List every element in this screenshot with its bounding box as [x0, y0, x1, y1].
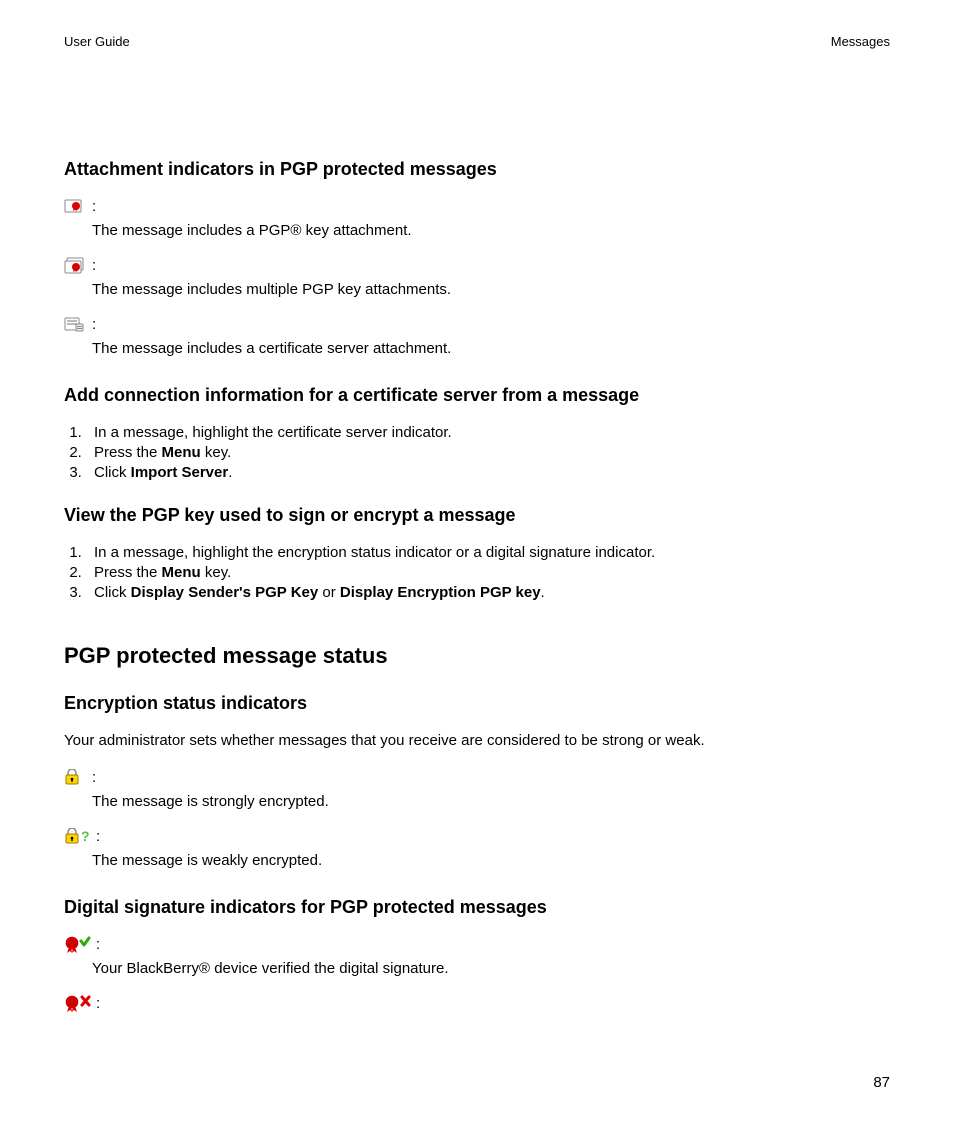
svg-text:?: ? — [81, 828, 90, 844]
indicator-desc-sig-verified: Your BlackBerry® device verified the dig… — [92, 960, 890, 977]
colon: : — [92, 316, 96, 336]
header-left: User Guide — [64, 34, 130, 49]
display-sender-key-label: Display Sender's PGP Key — [131, 584, 319, 601]
menu-key-label: Menu — [162, 444, 201, 461]
colon: : — [92, 257, 96, 277]
colon: : — [96, 936, 100, 956]
colon: : — [92, 769, 96, 789]
heading-digital-signature: Digital signature indicators for PGP pro… — [64, 897, 890, 918]
colon: : — [96, 995, 100, 1015]
heading-encryption-status: Encryption status indicators — [64, 693, 890, 714]
indicator-desc-strong-encrypt: The message is strongly encrypted. — [92, 793, 890, 810]
header-right: Messages — [831, 34, 890, 49]
colon: : — [92, 198, 96, 218]
pgp-multi-key-attachment-icon — [64, 257, 92, 277]
indicator-desc-weak-encrypt: The message is weakly encrypted. — [92, 852, 890, 869]
indicator-desc-pgp-multi-key: The message includes multiple PGP key at… — [92, 281, 890, 298]
step: In a message, highlight the encryption s… — [86, 544, 890, 561]
steps-add-connection: In a message, highlight the certificate … — [64, 424, 890, 481]
import-server-label: Import Server — [131, 464, 229, 481]
step: Press the Menu key. — [86, 444, 890, 461]
colon: : — [96, 828, 100, 848]
signature-not-verified-icon — [64, 995, 96, 1015]
signature-verified-icon — [64, 936, 96, 956]
heading-add-connection: Add connection information for a certifi… — [64, 385, 890, 406]
encryption-intro-text: Your administrator sets whether messages… — [64, 732, 890, 749]
pgp-key-attachment-icon — [64, 198, 92, 218]
indicator-desc-cert-server: The message includes a certificate serve… — [92, 340, 890, 357]
step: In a message, highlight the certificate … — [86, 424, 890, 441]
heading-view-pgp-key: View the PGP key used to sign or encrypt… — [64, 505, 890, 526]
strong-encryption-lock-icon — [64, 769, 92, 789]
step: Click Display Sender's PGP Key or Displa… — [86, 584, 890, 601]
heading-pgp-protected-status: PGP protected message status — [64, 643, 890, 669]
steps-view-pgp-key: In a message, highlight the encryption s… — [64, 544, 890, 601]
weak-encryption-lock-icon: ? — [64, 828, 96, 848]
step: Click Import Server. — [86, 464, 890, 481]
heading-attachment-indicators: Attachment indicators in PGP protected m… — [64, 159, 890, 180]
step: Press the Menu key. — [86, 564, 890, 581]
indicator-desc-pgp-key: The message includes a PGP® key attachme… — [92, 222, 890, 239]
page-number: 87 — [873, 1074, 890, 1091]
cert-server-attachment-icon — [64, 316, 92, 336]
menu-key-label: Menu — [162, 564, 201, 581]
display-encryption-key-label: Display Encryption PGP key — [340, 584, 541, 601]
